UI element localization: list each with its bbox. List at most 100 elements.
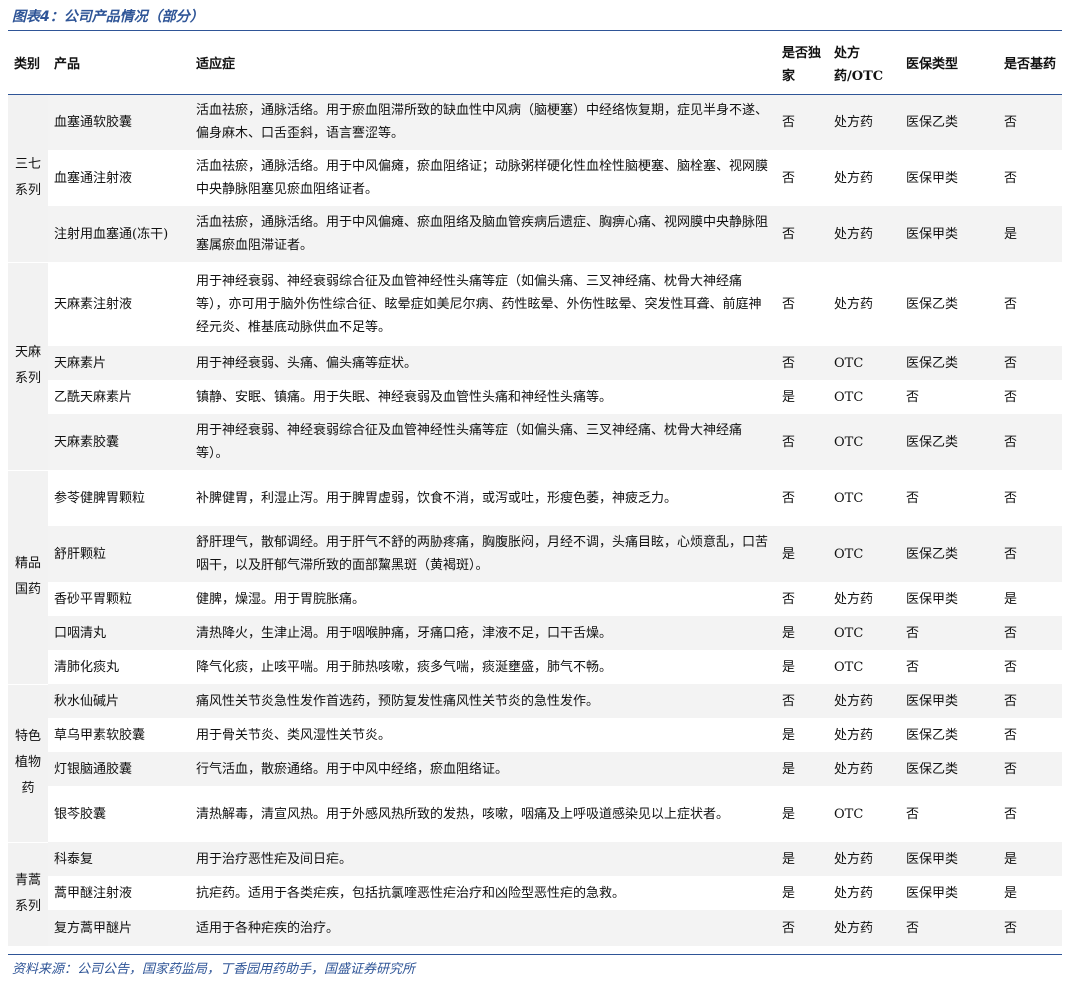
type-cell: 处方药 (828, 876, 900, 910)
header-exclusive: 是否独家 (776, 36, 828, 95)
category-cell: 青蒿系列 (8, 842, 48, 947)
table-row: 复方蒿甲醚片 适用于各种疟疾的治疗。 否 处方药 否 否 (8, 910, 1062, 946)
product-cell: 乙酰天麻素片 (48, 380, 190, 414)
essential-cell: 是 (998, 876, 1062, 910)
table-row: 银芩胶囊 清热解毒，清宣风热。用于外感风热所致的发热，咳嗽，咽痛及上呼吸道感染见… (8, 786, 1062, 842)
exclusive-cell: 否 (776, 346, 828, 380)
exclusive-cell: 是 (776, 650, 828, 684)
insurance-cell: 医保乙类 (900, 718, 998, 752)
category-cell: 精品国药 (8, 470, 48, 685)
indication-cell: 适用于各种疟疾的治疗。 (190, 910, 776, 946)
table-body: 三七系列 血塞通软胶囊 活血祛瘀，通脉活络。用于瘀血阻滞所致的缺血性中风病（脑梗… (8, 94, 1062, 947)
category-cell: 天麻系列 (8, 262, 48, 471)
exclusive-cell: 是 (776, 526, 828, 582)
insurance-cell: 医保乙类 (900, 262, 998, 346)
essential-cell: 否 (998, 346, 1062, 380)
table-caption: 图表4：公司产品情况（部分） (12, 9, 204, 25)
exclusive-cell: 否 (776, 94, 828, 150)
exclusive-cell: 是 (776, 842, 828, 876)
indication-cell: 健脾，燥湿。用于胃脘胀痛。 (190, 582, 776, 616)
table-row: 天麻素片 用于神经衰弱、头痛、偏头痛等症状。 否 OTC 医保乙类 否 (8, 346, 1062, 380)
table-row: 天麻系列 天麻素注射液 用于神经衰弱、神经衰弱综合征及血管神经性头痛等症（如偏头… (8, 262, 1062, 471)
type-cell: OTC (828, 414, 900, 470)
insurance-cell: 否 (900, 650, 998, 684)
bottom-rule (8, 954, 1062, 955)
type-cell: 处方药 (828, 842, 900, 876)
product-cell: 复方蒿甲醚片 (48, 910, 190, 946)
type-cell: OTC (828, 346, 900, 380)
indication-cell: 降气化痰，止咳平喘。用于肺热咳嗽，痰多气喘，痰涎壅盛，肺气不畅。 (190, 650, 776, 684)
type-cell: 处方药 (828, 206, 900, 262)
product-cell: 天麻素片 (48, 346, 190, 380)
indication-cell: 用于神经衰弱、神经衰弱综合征及血管神经性头痛等症（如偏头痛、三叉神经痛、枕骨大神… (190, 262, 776, 346)
exclusive-cell: 否 (776, 470, 828, 526)
table-row: 蒿甲醚注射液 抗疟药。适用于各类疟疾，包括抗氯喹恶性疟治疗和凶险型恶性疟的急救。… (8, 876, 1062, 910)
product-table: 类别 产品 适应症 是否独家 处方药/OTC 医保类型 是否基药 三七系列 血塞… (8, 36, 1062, 947)
header-product: 产品 (48, 36, 190, 95)
indication-cell: 用于神经衰弱、神经衰弱综合征及血管神经性头痛等症（如偏头痛、三叉神经痛、枕骨大神… (190, 414, 776, 470)
type-cell: 处方药 (828, 752, 900, 786)
essential-cell: 否 (998, 150, 1062, 206)
product-cell: 银芩胶囊 (48, 786, 190, 842)
exclusive-cell: 否 (776, 150, 828, 206)
type-cell: OTC (828, 470, 900, 526)
essential-cell: 否 (998, 616, 1062, 650)
essential-cell: 否 (998, 526, 1062, 582)
indication-cell: 补脾健胃，利湿止泻。用于脾胃虚弱，饮食不消，或泻或吐，形瘦色萎，神疲乏力。 (190, 470, 776, 526)
exclusive-cell: 否 (776, 684, 828, 718)
product-cell: 蒿甲醚注射液 (48, 876, 190, 910)
exclusive-cell: 否 (776, 414, 828, 470)
header-essential: 是否基药 (998, 36, 1062, 95)
insurance-cell: 否 (900, 470, 998, 526)
exclusive-cell: 否 (776, 206, 828, 262)
type-cell: OTC (828, 526, 900, 582)
exclusive-cell: 是 (776, 876, 828, 910)
table-row: 清肺化痰丸 降气化痰，止咳平喘。用于肺热咳嗽，痰多气喘，痰涎壅盛，肺气不畅。 是… (8, 650, 1062, 684)
type-cell: 处方药 (828, 718, 900, 752)
product-cell: 灯银脑通胶囊 (48, 752, 190, 786)
product-cell: 科泰复 (48, 842, 190, 876)
insurance-cell: 否 (900, 910, 998, 946)
table-row: 精品国药 参苓健脾胃颗粒 补脾健胃，利湿止泻。用于脾胃虚弱，饮食不消，或泻或吐，… (8, 470, 1062, 685)
indication-cell: 镇静、安眠、镇痛。用于失眠、神经衰弱及血管性头痛和神经性头痛等。 (190, 380, 776, 414)
type-cell: OTC (828, 650, 900, 684)
essential-cell: 否 (998, 262, 1062, 346)
insurance-cell: 医保甲类 (900, 150, 998, 206)
insurance-cell: 否 (900, 786, 998, 842)
essential-cell: 是 (998, 582, 1062, 616)
product-cell: 草乌甲素软胶囊 (48, 718, 190, 752)
exclusive-cell: 是 (776, 752, 828, 786)
product-cell: 口咽清丸 (48, 616, 190, 650)
insurance-cell: 医保乙类 (900, 752, 998, 786)
insurance-cell: 医保甲类 (900, 206, 998, 262)
type-cell: 处方药 (828, 910, 900, 946)
exclusive-cell: 是 (776, 616, 828, 650)
exclusive-cell: 是 (776, 380, 828, 414)
essential-cell: 否 (998, 650, 1062, 684)
source-note: 资料来源：公司公告，国家药监局，丁香园用药助手，国盛证券研究所 (12, 962, 416, 977)
table-row: 特色植物药 秋水仙碱片 痛风性关节炎急性发作首选药，预防复发性痛风性关节炎的急性… (8, 684, 1062, 843)
product-cell: 香砂平胃颗粒 (48, 582, 190, 616)
product-cell: 参苓健脾胃颗粒 (48, 470, 190, 526)
indication-cell: 痛风性关节炎急性发作首选药，预防复发性痛风性关节炎的急性发作。 (190, 684, 776, 718)
table-row: 天麻素胶囊 用于神经衰弱、神经衰弱综合征及血管神经性头痛等症（如偏头痛、三叉神经… (8, 414, 1062, 470)
indication-cell: 活血祛瘀，通脉活络。用于中风偏瘫、瘀血阻络及脑血管疾病后遗症、胸痹心痛、视网膜中… (190, 206, 776, 262)
indication-cell: 用于治疗恶性疟及间日疟。 (190, 842, 776, 876)
type-cell: 处方药 (828, 582, 900, 616)
exclusive-cell: 否 (776, 910, 828, 946)
exclusive-cell: 是 (776, 718, 828, 752)
type-cell: OTC (828, 616, 900, 650)
exclusive-cell: 否 (776, 582, 828, 616)
table-row: 灯银脑通胶囊 行气活血，散瘀通络。用于中风中经络，瘀血阻络证。 是 处方药 医保… (8, 752, 1062, 786)
insurance-cell: 医保甲类 (900, 582, 998, 616)
indication-cell: 舒肝理气，散郁调经。用于肝气不舒的两胁疼痛，胸腹胀闷，月经不调，头痛目眩，心烦意… (190, 526, 776, 582)
table-row: 草乌甲素软胶囊 用于骨关节炎、类风湿性关节炎。 是 处方药 医保乙类 否 (8, 718, 1062, 752)
insurance-cell: 否 (900, 380, 998, 414)
indication-cell: 清热解毒，清宣风热。用于外感风热所致的发热，咳嗽，咽痛及上呼吸道感染见以上症状者… (190, 786, 776, 842)
product-cell: 天麻素胶囊 (48, 414, 190, 470)
table-row: 注射用血塞通(冻干) 活血祛瘀，通脉活络。用于中风偏瘫、瘀血阻络及脑血管疾病后遗… (8, 206, 1062, 262)
table-row: 香砂平胃颗粒 健脾，燥湿。用于胃脘胀痛。 否 处方药 医保甲类 是 (8, 582, 1062, 616)
product-cell: 注射用血塞通(冻干) (48, 206, 190, 262)
insurance-cell: 医保乙类 (900, 94, 998, 150)
category-cell: 三七系列 (8, 94, 48, 263)
